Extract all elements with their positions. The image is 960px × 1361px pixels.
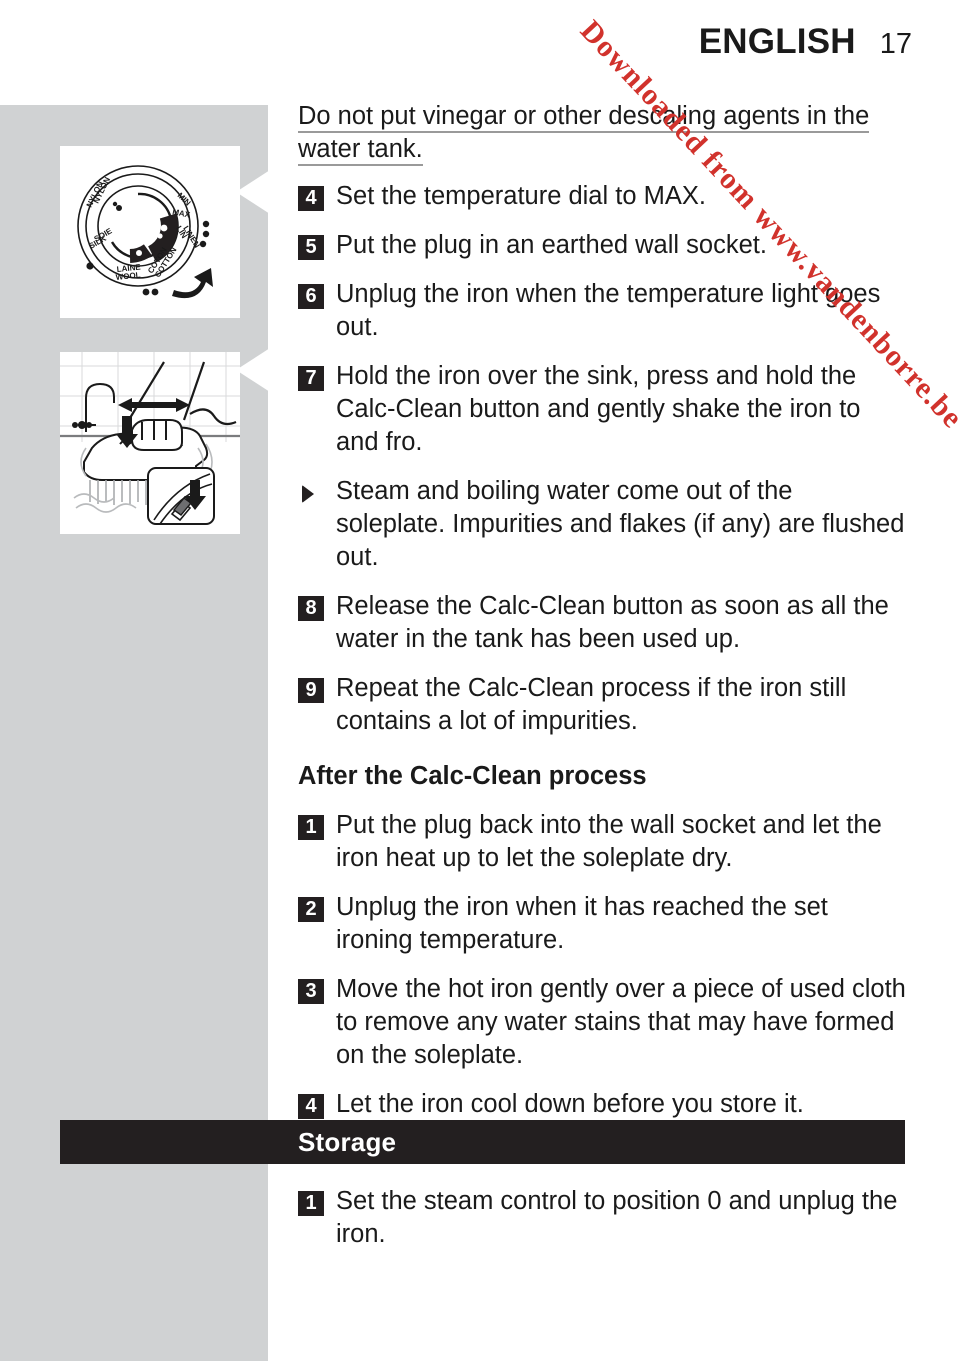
numbered-step: 5 Put the plug in an earthed wall socket. <box>298 229 908 262</box>
step-number-badge: 1 <box>298 1191 324 1216</box>
numbered-step: 4 Let the iron cool down before you store… <box>298 1088 908 1121</box>
step-text: Repeat the Calc-Clean process if the iro… <box>336 674 847 735</box>
numbered-step: 1 Put the plug back into the wall socket … <box>298 809 908 875</box>
section-subheading: After the Calc-Clean process <box>298 762 647 790</box>
page-title: ENGLISH <box>698 22 856 61</box>
step-text: Unplug the iron when the temperature lig… <box>336 280 881 341</box>
lede-paragraph: Do not put vinegar or other descaling ag… <box>298 100 908 166</box>
step-text: Unplug the iron when it has reached the … <box>336 893 828 954</box>
document-page: MIN MAX NYLON NYLON SOIE SILK LAINE WOOL… <box>0 0 960 1361</box>
bullet-triangle-icon <box>298 481 324 506</box>
page-number: 17 <box>879 28 912 60</box>
step-number-badge: 4 <box>298 186 324 211</box>
lede-text: Do not put vinegar or other descaling ag… <box>298 102 870 166</box>
step-text: Move the hot iron gently over a piece of… <box>336 975 906 1069</box>
illustration-iron-over-sink <box>60 352 240 534</box>
main-content: Do not put vinegar or other descaling ag… <box>298 100 908 1137</box>
step-text: Steam and boiling water come out of the … <box>336 477 905 571</box>
illustration-temperature-dial: MIN MAX NYLON NYLON SOIE SILK LAINE WOOL… <box>60 146 240 318</box>
step-number-badge: 1 <box>298 815 324 840</box>
numbered-step: 6 Unplug the iron when the temperature li… <box>298 278 908 344</box>
step-text: Let the iron cool down before you store … <box>336 1090 804 1118</box>
step-text: Put the plug in an earthed wall socket. <box>336 231 767 259</box>
step-number-badge: 6 <box>298 284 324 309</box>
page-header: ENGLISH 17 <box>0 22 912 70</box>
numbered-step: 2 Unplug the iron when it has reached the… <box>298 891 908 957</box>
step-text: Hold the iron over the sink, press and h… <box>336 362 861 456</box>
numbered-step: 9 Repeat the Calc-Clean process if the ir… <box>298 672 908 738</box>
bullet-step: Steam and boiling water come out of the … <box>298 475 908 574</box>
dial-label-min: MIN <box>176 191 193 208</box>
storage-steps-list: 1 Set the steam control to position 0 and… <box>298 1185 908 1251</box>
after-steps-list: 1 Put the plug back into the wall socket … <box>298 809 908 1121</box>
step-text: Release the Calc-Clean button as soon as… <box>336 592 889 653</box>
numbered-step: 4 Set the temperature dial to MAX. <box>298 180 908 213</box>
step-text: Set the temperature dial to MAX. <box>336 182 706 210</box>
step-number-badge: 3 <box>298 979 324 1004</box>
numbered-step: 1 Set the steam control to position 0 and… <box>298 1185 908 1251</box>
step-text: Set the steam control to position 0 and … <box>336 1187 898 1248</box>
numbered-step: 7 Hold the iron over the sink, press and … <box>298 360 908 459</box>
step-number-badge: 4 <box>298 1094 324 1119</box>
storage-content: 1 Set the steam control to position 0 and… <box>298 1185 908 1267</box>
dial-label-wool-en: WOOL <box>115 270 141 282</box>
step-number-badge: 9 <box>298 678 324 703</box>
storage-section-label: Storage <box>298 1126 397 1157</box>
numbered-step: 8 Release the Calc-Clean button as soon a… <box>298 590 908 656</box>
numbered-step: 3 Move the hot iron gently over a piece o… <box>298 973 908 1072</box>
step-number-badge: 8 <box>298 596 324 621</box>
step-number-badge: 2 <box>298 897 324 922</box>
storage-section-bar: Storage <box>60 1120 905 1164</box>
step-text: Put the plug back into the wall socket a… <box>336 811 882 872</box>
steps-list: 4 Set the temperature dial to MAX. 5 Put th… <box>298 180 908 738</box>
step-number-badge: 5 <box>298 235 324 260</box>
step-number-badge: 7 <box>298 366 324 391</box>
